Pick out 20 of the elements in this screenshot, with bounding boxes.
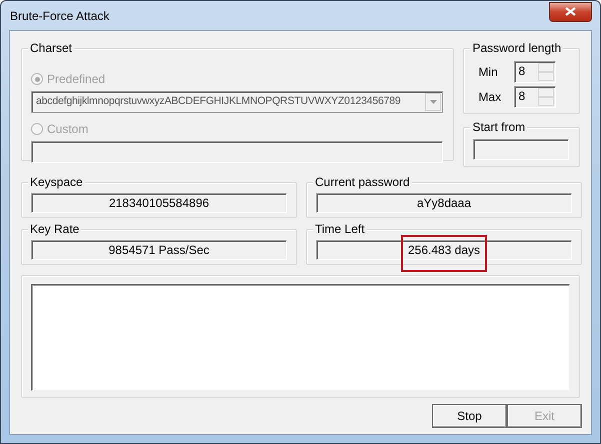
close-icon xyxy=(565,7,576,16)
dropdown-arrow-icon xyxy=(430,100,437,104)
stat-value: aYy8daaa xyxy=(316,193,572,213)
stat-value: 218340105584896 xyxy=(31,193,287,213)
close-button[interactable] xyxy=(549,2,592,22)
stat-value: 256.483 days xyxy=(316,240,572,260)
group-label: Password length xyxy=(470,41,564,56)
dialog-button[interactable]: Stop xyxy=(432,404,507,428)
group-label: Key Rate xyxy=(28,222,82,237)
number-spinner[interactable]: 8 xyxy=(514,86,556,108)
window-title: Brute-Force Attack xyxy=(9,8,110,24)
spin-label: Min xyxy=(477,64,499,81)
log-output[interactable] xyxy=(31,284,570,391)
group-label: Keyspace xyxy=(28,175,85,190)
spin-label: Max xyxy=(477,89,502,106)
custom-charset-field[interactable] xyxy=(31,141,444,163)
group-label: Current password xyxy=(313,175,412,190)
number-spinner[interactable]: 8 xyxy=(514,61,556,83)
stat-value: 9854571 Pass/Sec xyxy=(31,240,287,260)
start-from-field[interactable] xyxy=(473,139,569,160)
